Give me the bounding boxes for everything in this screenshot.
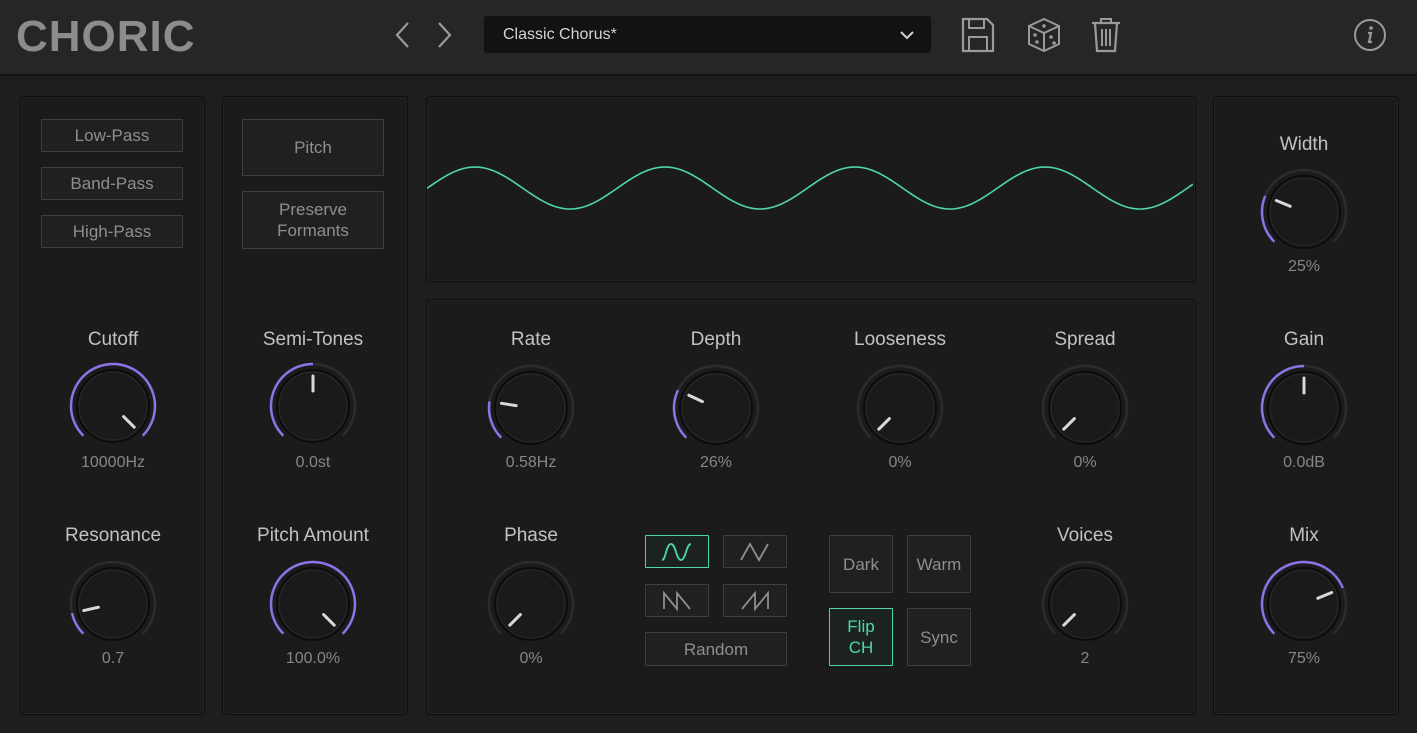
preset-selector[interactable]: Classic Chorus* [484, 16, 931, 53]
voices-label: Voices [1057, 525, 1113, 546]
chevron-left-icon[interactable] [390, 20, 416, 50]
wave-sine-button[interactable] [645, 535, 709, 568]
resonance-value: 0.7 [101, 650, 125, 667]
info-icon[interactable] [1353, 18, 1387, 52]
band-pass-button[interactable]: Band-Pass [41, 167, 183, 200]
width-value: 25% [1287, 258, 1321, 275]
cutoff-knob[interactable] [67, 360, 159, 452]
low-pass-button[interactable]: Low-Pass [41, 119, 183, 152]
spread-label: Spread [1054, 329, 1116, 350]
rate-label: Rate [510, 329, 552, 350]
sine-wave-icon [661, 542, 692, 561]
gain-value: 0.0dB [1283, 454, 1325, 471]
rate-knob[interactable] [485, 362, 577, 454]
random-button[interactable]: Random [645, 632, 787, 666]
mix-label: Mix [1289, 525, 1319, 546]
preset-name: Classic Chorus* [503, 26, 617, 43]
gain-knob[interactable] [1258, 362, 1350, 454]
resonance-knob[interactable] [67, 558, 159, 650]
lfo-waveform-display [427, 166, 1193, 210]
phase-knob[interactable] [485, 558, 577, 650]
depth-label: Depth [690, 329, 742, 350]
wave-saw-down-button[interactable] [645, 584, 709, 617]
cutoff-value: 10000Hz [80, 454, 146, 471]
mix-knob[interactable] [1258, 558, 1350, 650]
pitch-amount-knob[interactable] [267, 558, 359, 650]
sync-button[interactable]: Sync [907, 608, 971, 666]
looseness-value: 0% [888, 454, 912, 471]
gain-label: Gain [1283, 329, 1325, 350]
dark-button[interactable]: Dark [829, 535, 893, 593]
looseness-label: Looseness [854, 329, 946, 350]
mix-value: 75% [1287, 650, 1321, 667]
semitones-knob[interactable] [267, 360, 359, 452]
phase-value: 0% [519, 650, 543, 667]
lfo-waveform-line [427, 166, 1193, 210]
voices-knob[interactable] [1039, 558, 1131, 650]
rate-value: 0.58Hz [505, 454, 557, 471]
warm-button[interactable]: Warm [907, 535, 971, 593]
width-label: Width [1279, 134, 1329, 155]
dice-icon[interactable] [1026, 16, 1062, 54]
pitch-amount-label: Pitch Amount [257, 525, 369, 546]
chevron-down-icon [899, 28, 915, 42]
resonance-label: Resonance [64, 525, 162, 546]
pitch-amount-value: 100.0% [285, 650, 341, 667]
semitones-label: Semi-Tones [262, 329, 364, 350]
saw-down-icon [663, 589, 691, 612]
cutoff-label: Cutoff [87, 329, 139, 350]
depth-value: 26% [699, 454, 733, 471]
looseness-knob[interactable] [854, 362, 946, 454]
triangle-wave-icon [740, 541, 769, 562]
wave-saw-up-button[interactable] [723, 584, 787, 617]
save-icon[interactable] [960, 16, 996, 54]
voices-value: 2 [1080, 650, 1090, 667]
saw-up-icon [741, 589, 769, 612]
semitones-value: 0.0st [295, 454, 331, 471]
chevron-right-icon[interactable] [431, 20, 457, 50]
high-pass-button[interactable]: High-Pass [41, 215, 183, 248]
depth-knob[interactable] [670, 362, 762, 454]
spread-knob[interactable] [1039, 362, 1131, 454]
wave-triangle-button[interactable] [723, 535, 787, 568]
phase-label: Phase [504, 525, 558, 546]
trash-icon[interactable] [1088, 16, 1124, 54]
width-knob[interactable] [1258, 166, 1350, 258]
app-logo: CHORIC [16, 12, 196, 61]
flip-ch-button[interactable]: Flip CH [829, 608, 893, 666]
pitch-button[interactable]: Pitch [242, 119, 384, 176]
preserve-formants-button[interactable]: Preserve Formants [242, 191, 384, 249]
spread-value: 0% [1073, 454, 1097, 471]
